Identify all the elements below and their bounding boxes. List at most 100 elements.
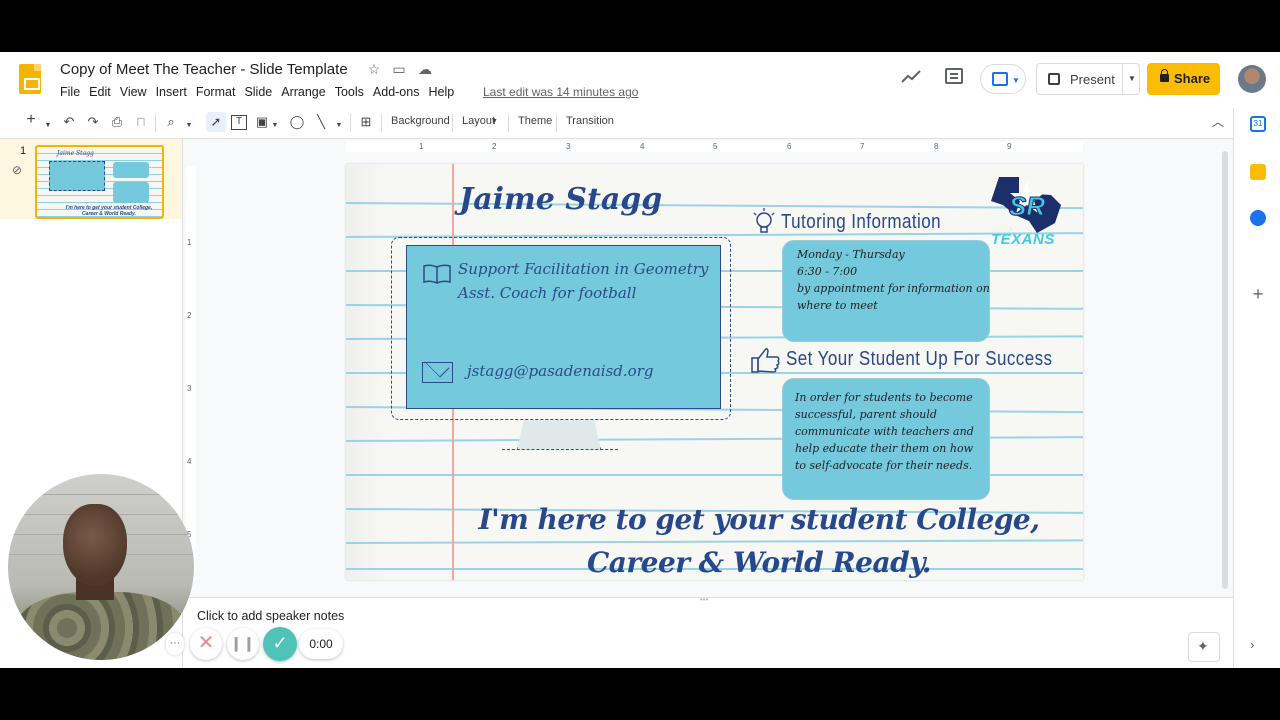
horizontal-ruler[interactable]: 1 2 3 4 5 6 7 8 9: [346, 142, 1083, 152]
success-box[interactable]: In order for students to become successf…: [782, 378, 990, 500]
present-icon: [1048, 73, 1060, 85]
monitor-base: [502, 449, 618, 451]
keep-icon[interactable]: [1250, 164, 1266, 180]
divider: [155, 114, 156, 132]
monitor-stand: [517, 420, 601, 450]
present-label: Present: [1070, 72, 1115, 87]
paint-format-icon[interactable]: ⊓: [133, 114, 149, 130]
zoom-icon[interactable]: ⌕: [163, 114, 179, 130]
present-button[interactable]: Present ▼: [1036, 63, 1140, 95]
menu-view[interactable]: View: [120, 85, 154, 99]
slide-canvas[interactable]: Jaime Stagg Support Facilitation in Geom…: [346, 164, 1083, 580]
slide-number: 1: [20, 145, 27, 157]
lightbulb-icon: [753, 208, 775, 233]
theme-button[interactable]: Theme: [518, 115, 552, 127]
lock-icon: [1160, 69, 1169, 82]
line-icon[interactable]: ╲: [313, 114, 329, 130]
comment-icon[interactable]: [945, 68, 963, 84]
menu-format[interactable]: Format: [196, 85, 243, 99]
tutoring-note: where to meet: [797, 299, 878, 312]
thumb-box: [113, 162, 149, 178]
cloud-saved-icon[interactable]: ☁: [417, 61, 433, 78]
ruled-line: [346, 202, 1083, 210]
thumb-title: Jaime Stagg: [57, 150, 94, 157]
speaker-notes-placeholder[interactable]: Click to add speaker notes: [197, 609, 344, 623]
explore-button[interactable]: [1188, 632, 1220, 662]
role-line-2[interactable]: Asst. Coach for football: [458, 284, 636, 302]
menu-slide[interactable]: Slide: [244, 85, 279, 99]
move-to-folder-icon[interactable]: ▭: [391, 61, 407, 78]
background-button[interactable]: Background: [391, 115, 450, 127]
teacher-name[interactable]: Jaime Stagg: [459, 182, 662, 217]
webcam-bubble[interactable]: [8, 474, 194, 660]
menu-arrange[interactable]: Arrange: [281, 85, 332, 99]
comment-add-icon[interactable]: ⊞: [358, 114, 374, 130]
ruler-tick: 2: [492, 142, 497, 151]
recording-pause-button[interactable]: ❙❙: [227, 628, 259, 660]
document-title[interactable]: Copy of Meet The Teacher - Slide Templat…: [60, 61, 348, 78]
redo-icon[interactable]: ↷: [85, 114, 101, 130]
tasks-icon[interactable]: [1250, 210, 1266, 226]
recording-done-button[interactable]: ✓: [263, 627, 297, 661]
role-line-1[interactable]: Support Facilitation in Geometry: [458, 260, 708, 278]
success-text: In order for students to become successf…: [795, 391, 974, 472]
book-icon: [423, 264, 451, 284]
image-icon[interactable]: ▣: [255, 114, 269, 130]
ruler-tick: 8: [934, 142, 939, 151]
ruler-tick: 1: [419, 142, 424, 151]
new-slide-icon[interactable]: +: [24, 112, 38, 128]
success-heading[interactable]: Set Your Student Up For Success: [786, 348, 1052, 371]
collapse-chevron-icon[interactable]: ︿: [1210, 114, 1226, 130]
menu-file[interactable]: File: [60, 85, 87, 99]
add-icon[interactable]: +: [1250, 285, 1266, 303]
undo-icon[interactable]: ↶: [61, 114, 77, 130]
link-icon: ⊘: [12, 163, 23, 177]
menu-tools[interactable]: Tools: [335, 85, 371, 99]
slide-thumbnail[interactable]: Jaime Stagg I'm here to get your student…: [35, 145, 164, 219]
ruler-tick: 4: [640, 142, 645, 151]
menu-help[interactable]: Help: [428, 85, 461, 99]
transition-button[interactable]: Transition: [566, 115, 614, 127]
last-edit-link[interactable]: Last edit was 14 minutes ago: [483, 85, 638, 99]
thumbs-up-icon: [751, 347, 780, 373]
recording-cancel-button[interactable]: ✕: [190, 628, 222, 660]
chevron-right-icon[interactable]: ›: [1250, 637, 1254, 652]
avatar[interactable]: [1238, 65, 1266, 93]
star-icon[interactable]: ☆: [366, 61, 382, 78]
tutoring-heading[interactable]: Tutoring Information: [781, 211, 941, 234]
trend-icon[interactable]: [901, 70, 921, 84]
shape-icon[interactable]: ◯: [289, 114, 305, 130]
present-dropdown-icon[interactable]: ▼: [1128, 74, 1136, 83]
motto-text[interactable]: I'm here to get your student College, Ca…: [464, 498, 1054, 580]
text-box-icon[interactable]: T: [231, 115, 247, 130]
slides-logo-icon[interactable]: [19, 64, 41, 94]
ruler-tick: 4: [187, 457, 192, 466]
ruler-tick: 2: [187, 311, 192, 320]
meet-present-button[interactable]: ▼: [980, 64, 1026, 94]
ruler-tick: 9: [1007, 142, 1012, 151]
image-dropdown-icon[interactable]: ▼: [270, 118, 280, 134]
line-dropdown-icon[interactable]: ▼: [334, 118, 344, 134]
vertical-ruler[interactable]: 1 2 3 4 5: [186, 166, 196, 581]
menu-edit[interactable]: Edit: [89, 85, 118, 99]
menu-insert[interactable]: Insert: [156, 85, 194, 99]
select-icon[interactable]: ➚: [206, 112, 226, 132]
zoom-dropdown-icon[interactable]: ▼: [184, 118, 194, 134]
ruler-tick: 1: [187, 238, 192, 247]
logo-text: TEXANS: [991, 231, 1055, 248]
email-text[interactable]: jstagg@pasadenaisd.org: [467, 362, 653, 380]
meet-present-icon: [992, 72, 1008, 86]
recording-more-button[interactable]: ···: [166, 633, 184, 655]
new-slide-dropdown-icon[interactable]: ▼: [43, 118, 53, 134]
menu-addons[interactable]: Add-ons: [373, 85, 427, 99]
school-logo[interactable]: SR TEXANS: [989, 175, 1071, 251]
share-button[interactable]: Share: [1147, 63, 1220, 95]
notes-resize-handle[interactable]: •••: [700, 595, 708, 604]
tutoring-box[interactable]: Monday - Thursday 6:30 - 7:00 by appoint…: [782, 240, 990, 342]
print-icon[interactable]: ⎙: [109, 114, 125, 130]
calendar-icon[interactable]: 31: [1250, 116, 1266, 132]
vertical-scrollbar[interactable]: [1222, 151, 1228, 589]
layout-dropdown-icon[interactable]: ▼: [491, 118, 498, 125]
divider: [350, 114, 351, 132]
ruler-tick: 3: [187, 384, 192, 393]
